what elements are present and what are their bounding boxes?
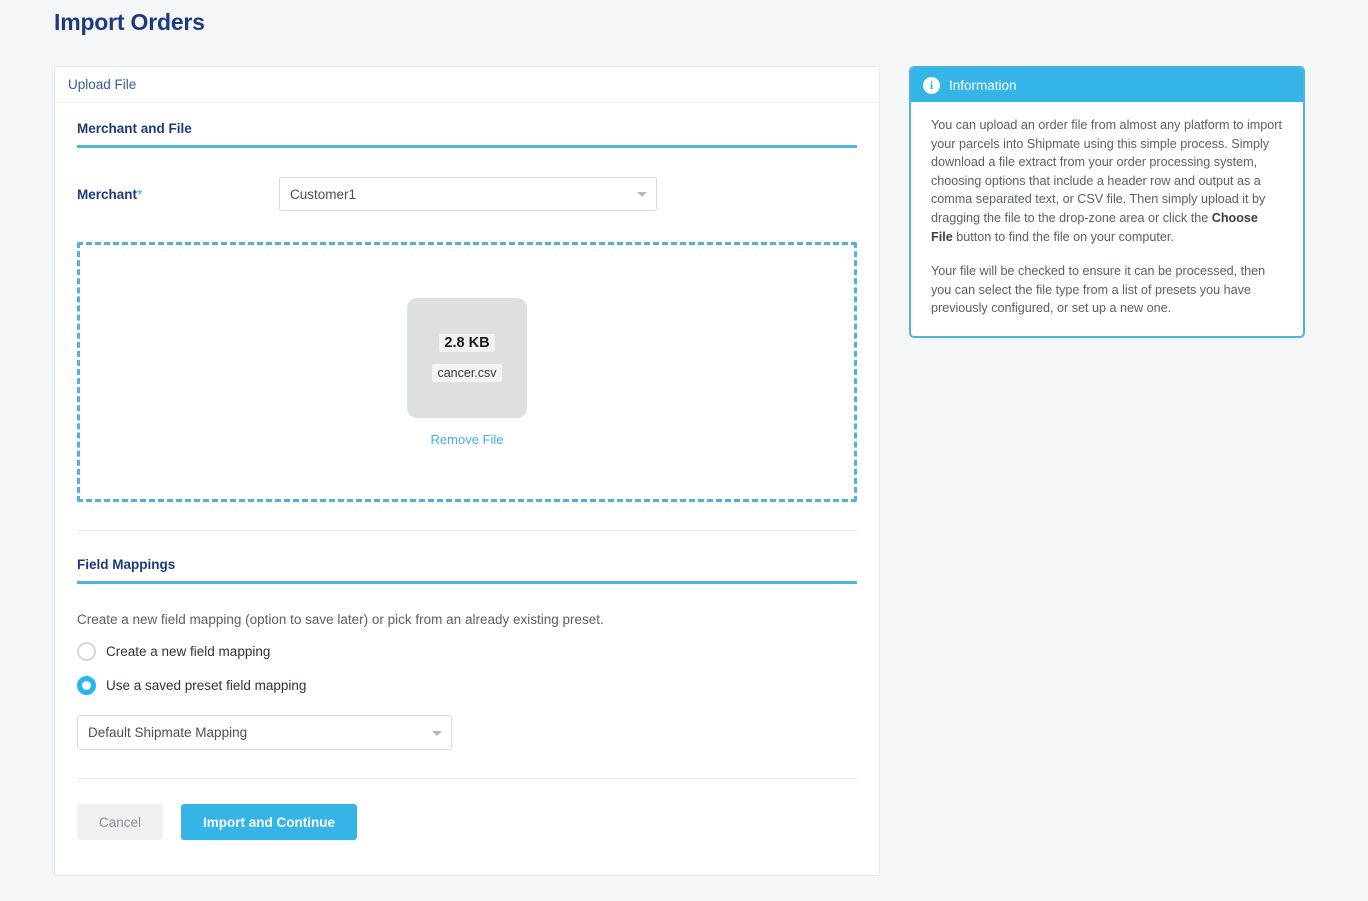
radio-create-new-mapping[interactable]: Create a new field mapping [77,642,857,661]
preset-mapping-select-value: Default Shipmate Mapping [88,725,248,740]
upload-file-card-body: Merchant and File Merchant* Customer1 2.… [55,103,879,875]
info-circle-icon: i [923,76,940,94]
radio-create-new-mapping-label: Create a new field mapping [106,644,271,659]
radio-button-checked-icon[interactable] [77,676,96,695]
merchant-label: Merchant* [77,186,279,202]
merchant-select-value: Customer1 [290,186,357,202]
cancel-button[interactable]: Cancel [77,804,164,840]
upload-file-card: Upload File Merchant and File Merchant* … [54,66,880,876]
file-size-badge: 2.8 KB [439,333,495,352]
information-paragraph-1-part-2: button to find the file on your computer… [952,229,1174,244]
radio-use-saved-preset[interactable]: Use a saved preset field mapping [77,676,857,695]
information-panel-title: Information [949,77,1017,93]
information-panel-header: i Information [911,68,1303,102]
field-mappings-section: Field Mappings Create a new field mappin… [77,557,857,779]
section-divider [77,530,857,531]
file-name-label: cancer.csv [432,363,502,382]
required-asterisk: * [137,186,143,202]
upload-file-card-header: Upload File [55,67,879,103]
information-paragraph-2: Your file will be checked to ensure it c… [931,264,1266,316]
form-actions: Cancel Import and Continue [77,779,857,875]
radio-button-unchecked-icon[interactable] [77,642,96,661]
preset-mapping-select[interactable]: Default Shipmate Mapping [77,715,452,750]
field-mappings-description: Create a new field mapping (option to sa… [77,612,604,627]
file-dropzone[interactable]: 2.8 KB cancer.csv Remove File [77,242,857,502]
remove-file-link[interactable]: Remove File [431,432,504,447]
file-preview-tile: 2.8 KB cancer.csv [407,297,527,418]
upload-file-card-title: Upload File [68,77,137,92]
field-mappings-heading: Field Mappings [77,557,857,584]
chevron-down-icon [432,730,442,736]
radio-use-saved-preset-label: Use a saved preset field mapping [106,678,307,693]
import-and-continue-button[interactable]: Import and Continue [181,804,358,840]
chevron-down-icon [637,192,647,197]
merchant-and-file-section: Merchant and File Merchant* Customer1 2.… [77,121,857,531]
merchant-select[interactable]: Customer1 [279,177,657,211]
information-paragraph-1: You can upload an order file from almost… [931,116,1283,246]
page-title: Import Orders [54,9,205,35]
information-panel-body: You can upload an order file from almost… [911,102,1303,336]
merchant-and-file-heading: Merchant and File [77,121,857,148]
merchant-label-text: Merchant [77,187,138,202]
merchant-field-row: Merchant* Customer1 [77,148,857,240]
information-paragraph-1-part-1: You can upload an order file from almost… [931,118,1282,225]
information-panel: i Information You can upload an order fi… [909,66,1305,338]
